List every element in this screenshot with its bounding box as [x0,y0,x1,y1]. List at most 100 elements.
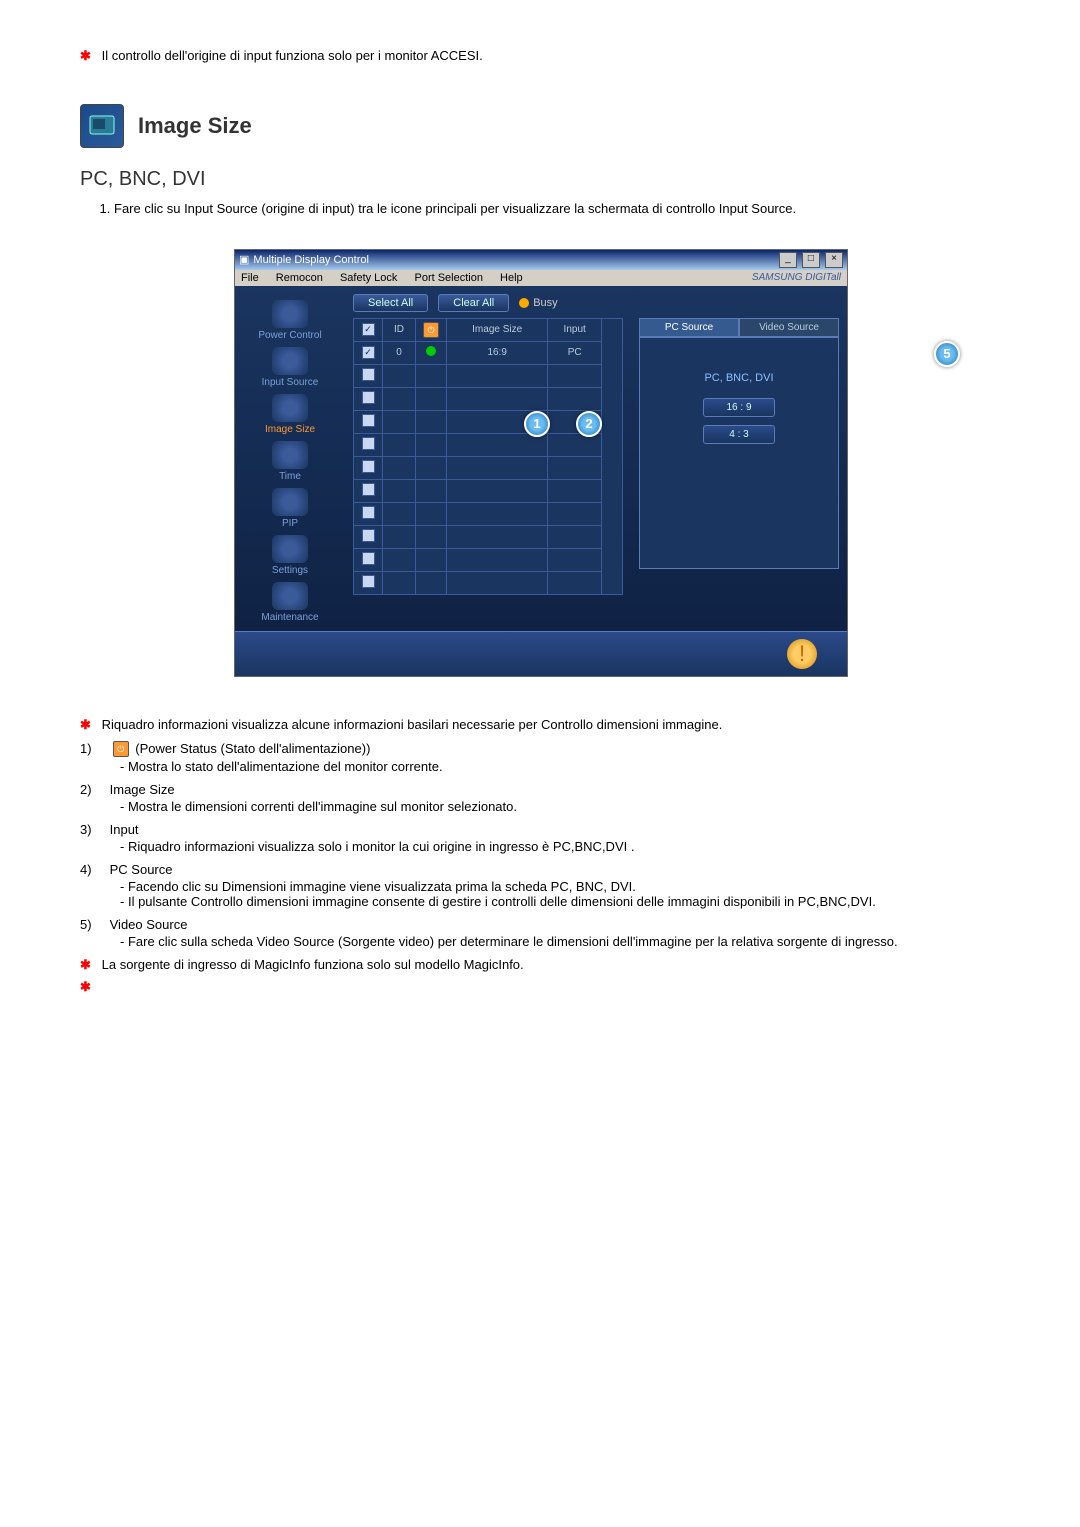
row-checkbox[interactable] [362,437,375,450]
table-header-row: ID ⏻ Image Size Input [354,318,623,341]
power-on-icon [426,346,436,356]
sidebar-item-label: Power Control [235,330,345,341]
enum-num: 3) [80,822,106,837]
col-image-size[interactable]: Image Size [447,318,548,341]
option-16-9-button[interactable]: 16 : 9 [703,398,775,417]
maximize-icon[interactable]: □ [802,252,820,268]
menubar: File Remocon Safety Lock Port Selection … [235,270,847,286]
col-power-icon[interactable]: ⏻ [416,318,447,341]
row-checkbox[interactable] [362,391,375,404]
table-row[interactable] [354,525,623,548]
row-checkbox[interactable] [362,552,375,565]
enum-4: 4) PC Source Facendo clic su Dimensioni … [80,862,1000,909]
sidebar-item-maintenance[interactable]: Maintenance [235,582,345,623]
enum-5: 5) Video Source Fare clic sulla scheda V… [80,917,1000,949]
row-checkbox[interactable] [362,483,375,496]
sidebar-item-label: PIP [235,518,345,529]
row-checkbox[interactable] [362,506,375,519]
table-row[interactable] [354,571,623,594]
col-check[interactable] [354,318,383,341]
table-row[interactable] [354,502,623,525]
enum-num: 4) [80,862,106,877]
input-source-icon [272,347,308,375]
image-size-icon [80,104,124,148]
busy-label: Busy [533,297,557,309]
star-icon: ✱ [80,979,98,995]
brand-label: SAMSUNG DIGITall [752,272,841,284]
info-note-text: Riquadro informazioni visualizza alcune … [102,717,723,732]
clear-all-button[interactable]: Clear All [438,294,509,312]
pip-icon [272,488,308,516]
row-checkbox[interactable] [362,346,375,359]
section-title: Image Size [138,113,252,139]
enum-num: 2) [80,782,106,797]
row-checkbox[interactable] [362,368,375,381]
option-4-3-button[interactable]: 4 : 3 [703,425,775,444]
menu-file[interactable]: File [241,272,259,284]
enum-title: Input [110,822,139,837]
sidebar-item-image-size[interactable]: Image Size [235,394,345,435]
table-row[interactable] [354,456,623,479]
enum-num: 1) [80,741,106,756]
star-icon: ✱ [80,957,98,973]
col-id[interactable]: ID [383,318,416,341]
sidebar-item-label: Time [235,471,345,482]
sidebar-item-label: Maintenance [235,612,345,623]
table-row[interactable] [354,548,623,571]
top-note: ✱ Il controllo dell'origine di input fun… [80,48,1000,64]
minimize-icon[interactable]: _ [779,252,797,268]
image-size-nav-icon [272,394,308,422]
callout-5: 5 [934,341,960,367]
sidebar-item-pip[interactable]: PIP [235,488,345,529]
sidebar-item-label: Image Size [235,424,345,435]
sidebar-item-input-source[interactable]: Input Source [235,347,345,388]
enum-line: Fare clic sulla scheda Video Source (Sor… [120,934,898,949]
col-input[interactable]: Input [548,318,602,341]
row-checkbox[interactable] [362,529,375,542]
menu-safety-lock[interactable]: Safety Lock [340,272,397,284]
select-all-button[interactable]: Select All [353,294,428,312]
menu-help[interactable]: Help [500,272,523,284]
cell-id: 0 [383,341,416,364]
center-panel: Select All Clear All Busy ID ⏻ Image Siz… [345,286,631,631]
row-checkbox[interactable] [362,414,375,427]
intro-item: Fare clic su Input Source (origine di in… [114,199,1000,219]
power-status-icon: ⏻ [113,741,129,757]
busy-dot-icon [519,298,529,308]
close-icon[interactable]: × [825,252,843,268]
scrollbar[interactable] [602,318,623,594]
table-row[interactable] [354,387,623,410]
callout-1: 1 [524,411,550,437]
power-control-icon [272,300,308,328]
table-row[interactable] [354,364,623,387]
enum-2: 2) Image Size Mostra le dimensioni corre… [80,782,1000,814]
enum-line: Mostra le dimensioni correnti dell'immag… [120,799,517,814]
enum-line: Il pulsante Controllo dimensioni immagin… [120,894,876,909]
table-row[interactable] [354,433,623,456]
trailing-star: ✱ [80,979,1000,995]
callout-2: 2 [576,411,602,437]
status-bar: ! [235,631,847,676]
menu-remocon[interactable]: Remocon [276,272,323,284]
tab-video-source[interactable]: Video Source [739,318,839,337]
sidebar-item-settings[interactable]: Settings [235,535,345,576]
enum-line: Riquadro informazioni visualizza solo i … [120,839,634,854]
top-note-text: Il controllo dell'origine di input funzi… [102,48,483,63]
sidebar-item-time[interactable]: Time [235,441,345,482]
section-header: Image Size [80,104,1000,148]
enum-title: Image Size [110,782,175,797]
window-titlebar: ▣ Multiple Display Control _ □ × [235,250,847,270]
table-row[interactable] [354,479,623,502]
time-icon [272,441,308,469]
menu-port-selection[interactable]: Port Selection [414,272,482,284]
footer-note-text: La sorgente di ingresso di MagicInfo fun… [102,957,524,972]
row-checkbox[interactable] [362,575,375,588]
row-checkbox[interactable] [362,460,375,473]
tab-pc-source[interactable]: PC Source [639,318,739,337]
sidebar-item-power-control[interactable]: Power Control [235,300,345,341]
enum-num: 5) [80,917,106,932]
sidebar: Power Control Input Source Image Size Ti… [235,286,345,631]
table-row[interactable]: 0 16:9 PC [354,341,623,364]
window-controls[interactable]: _ □ × [777,252,843,268]
options-panel: PC, BNC, DVI 16 : 9 4 : 3 [639,337,839,569]
